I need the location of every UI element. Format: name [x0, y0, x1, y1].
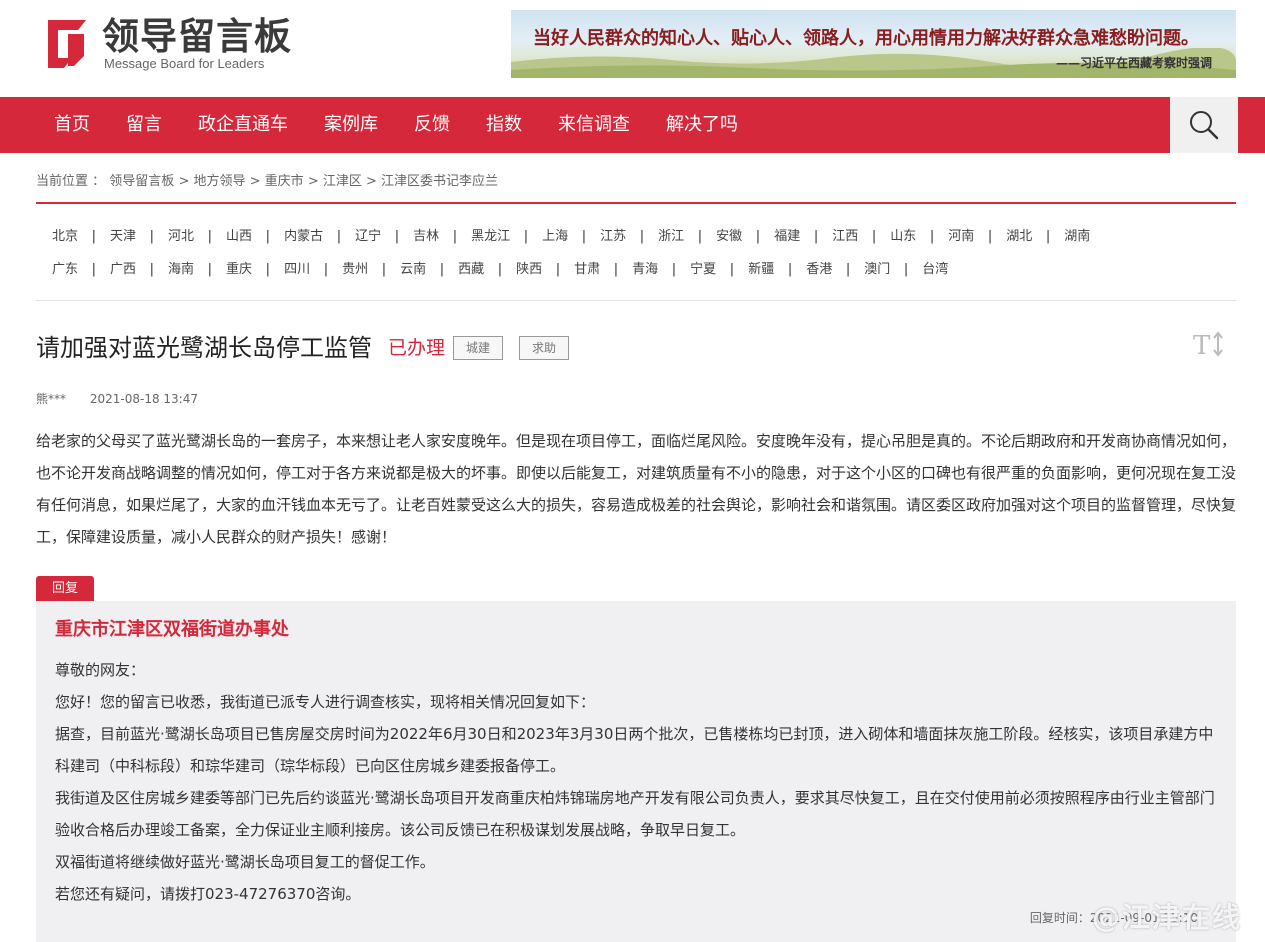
breadcrumb-separator: > [178, 174, 194, 189]
province-link[interactable]: 浙江 [642, 222, 702, 255]
logo-mark-icon [48, 20, 86, 68]
status-badge: 已办理 [388, 337, 446, 359]
nav-item-feedback[interactable]: 反馈 [396, 97, 468, 153]
reply-paragraph: 若您还有疑问，请拨打023-47276370咨询。 [55, 885, 361, 903]
header: 领导留言板 Message Board for Leaders 当好人民群众的知… [0, 0, 1265, 97]
reply-paragraph: 双福街道将继续做好蓝光·鹭湖长岛项目复工的督促工作。 [55, 853, 435, 871]
province-link[interactable]: 台湾 [906, 255, 964, 288]
watermark: @江津在线 [1092, 901, 1243, 934]
category-tag[interactable]: 城建 [453, 336, 504, 360]
reply-body: 尊敬的网友： 您好！您的留言已收悉，我街道已派专人进行调查核实，现将相关情况回复… [55, 654, 1220, 910]
province-link[interactable]: 贵州 [326, 255, 386, 288]
reply-organization: 重庆市江津区双福街道办事处 [55, 619, 289, 640]
site-logo[interactable]: 领导留言板 Message Board for Leaders [38, 14, 308, 76]
province-link[interactable]: 青海 [616, 255, 676, 288]
province-link[interactable]: 天津 [94, 222, 154, 255]
province-link[interactable]: 湖北 [990, 222, 1050, 255]
province-link[interactable]: 陕西 [500, 255, 560, 288]
province-link[interactable]: 澳门 [848, 255, 908, 288]
province-link[interactable]: 内蒙古 [268, 222, 341, 255]
province-link[interactable]: 香港 [790, 255, 850, 288]
reply-box: 重庆市江津区双福街道办事处 尊敬的网友： 您好！您的留言已收悉，我街道已派专人进… [36, 601, 1236, 942]
message-content: 给老家的父母买了蓝光鹭湖长岛的一套房子，本来想让老人家安度晚年。但是现在项目停工… [36, 432, 1237, 546]
province-row-2: 广东广西海南重庆四川贵州云南西藏陕西甘肃青海宁夏新疆香港澳门台湾 [36, 255, 1236, 288]
province-link[interactable]: 江苏 [584, 222, 644, 255]
breadcrumb-separator: > [249, 174, 265, 189]
search-button[interactable] [1170, 97, 1238, 153]
logo-title: 领导留言板 [102, 15, 292, 58]
search-icon [1190, 111, 1219, 140]
province-link[interactable]: 江西 [816, 222, 876, 255]
province-list: 北京天津河北山西内蒙古辽宁吉林黑龙江上海江苏浙江安徽福建江西山东河南湖北湖南 广… [36, 222, 1236, 288]
province-link[interactable]: 福建 [758, 222, 818, 255]
province-link[interactable]: 甘肃 [558, 255, 618, 288]
breadcrumb-separator: > [366, 174, 382, 189]
breadcrumb-separator: > [307, 174, 323, 189]
breadcrumb-item-local-leaders[interactable]: 地方领导 [193, 174, 245, 189]
province-link[interactable]: 湖南 [1048, 222, 1106, 255]
message-author: 熊*** [36, 392, 67, 406]
page-title: 请加强对蓝光鹭湖长岛停工监管 [36, 334, 372, 362]
main-nav: 首页 留言 政企直通车 案例库 反馈 指数 来信调查 解决了吗 [0, 97, 1265, 153]
province-link[interactable]: 山东 [874, 222, 934, 255]
logo-subtitle: Message Board for Leaders [104, 56, 265, 71]
province-link[interactable]: 广西 [94, 255, 154, 288]
province-link[interactable]: 辽宁 [339, 222, 399, 255]
banner: 当好人民群众的知心人、贴心人、领路人，用心用情用力解决好群众急难愁盼问题。 ——… [511, 10, 1236, 78]
province-link[interactable]: 河南 [932, 222, 992, 255]
breadcrumb-item-jiangjin[interactable]: 江津区 [323, 174, 362, 189]
breadcrumb-label: 当前位置 ： [36, 174, 106, 189]
reply-paragraph: 我街道及区住房城乡建委等部门已先后约谈蓝光·鹭湖长岛项目开发商重庆柏炜锦瑞房地产… [55, 789, 1215, 839]
nav-item-cases[interactable]: 案例库 [306, 97, 396, 153]
nav-item-enterprise[interactable]: 政企直通车 [180, 97, 306, 153]
nav-item-index[interactable]: 指数 [468, 97, 540, 153]
province-link[interactable]: 黑龙江 [455, 222, 528, 255]
province-row-1: 北京天津河北山西内蒙古辽宁吉林黑龙江上海江苏浙江安徽福建江西山东河南湖北湖南 [36, 222, 1236, 255]
font-size-icon[interactable]: T [1192, 328, 1226, 360]
reply-tab: 回复 [36, 576, 94, 601]
province-link[interactable]: 重庆 [210, 255, 270, 288]
province-link[interactable]: 四川 [268, 255, 328, 288]
province-link[interactable]: 新疆 [732, 255, 792, 288]
reply-paragraph: 您好！您的留言已收悉，我街道已派专人进行调查核实，现将相关情况回复如下： [55, 693, 596, 711]
svg-text:T: T [1193, 331, 1211, 360]
message-title-row: 请加强对蓝光鹭湖长岛停工监管 已办理 城建 求助 [36, 330, 570, 366]
province-link[interactable]: 吉林 [397, 222, 457, 255]
province-link[interactable]: 河北 [152, 222, 212, 255]
gray-divider [36, 300, 1236, 301]
message-meta: 熊*** 2021-08-18 13:47 [36, 390, 198, 407]
breadcrumb-item-board[interactable]: 领导留言板 [109, 174, 174, 189]
province-link[interactable]: 安徽 [700, 222, 760, 255]
banner-quote: 当好人民群众的知心人、贴心人、领路人，用心用情用力解决好群众急难愁盼问题。 [533, 28, 1199, 49]
breadcrumb-item-leader[interactable]: 江津区委书记李应兰 [381, 174, 498, 189]
province-link[interactable]: 上海 [526, 222, 586, 255]
breadcrumb-item-chongqing[interactable]: 重庆市 [265, 174, 304, 189]
type-tag[interactable]: 求助 [519, 336, 570, 360]
nav-item-resolved[interactable]: 解决了吗 [648, 97, 756, 153]
breadcrumb: 当前位置 ： 领导留言板 > 地方领导 > 重庆市 > 江津区 > 江津区委书记… [36, 170, 498, 189]
nav-item-message[interactable]: 留言 [108, 97, 180, 153]
reply-paragraph: 尊敬的网友： [55, 661, 146, 679]
province-link[interactable]: 广东 [36, 255, 96, 288]
province-link[interactable]: 宁夏 [674, 255, 734, 288]
nav-item-survey[interactable]: 来信调查 [540, 97, 648, 153]
message-time: 2021-08-18 13:47 [89, 392, 198, 406]
province-link[interactable]: 海南 [152, 255, 212, 288]
province-link[interactable]: 云南 [384, 255, 444, 288]
reply-paragraph: 据查，目前蓝光·鹭湖长岛项目已售房屋交房时间为2022年6月30日和2023年3… [55, 725, 1214, 775]
red-divider [36, 202, 1236, 204]
province-link[interactable]: 山西 [210, 222, 270, 255]
nav-item-home[interactable]: 首页 [36, 97, 108, 153]
banner-author: ——习近平在西藏考察时强调 [1055, 56, 1212, 70]
province-link[interactable]: 北京 [36, 222, 96, 255]
province-link[interactable]: 西藏 [442, 255, 502, 288]
reply-time-label: 回复时间： [1029, 911, 1090, 925]
